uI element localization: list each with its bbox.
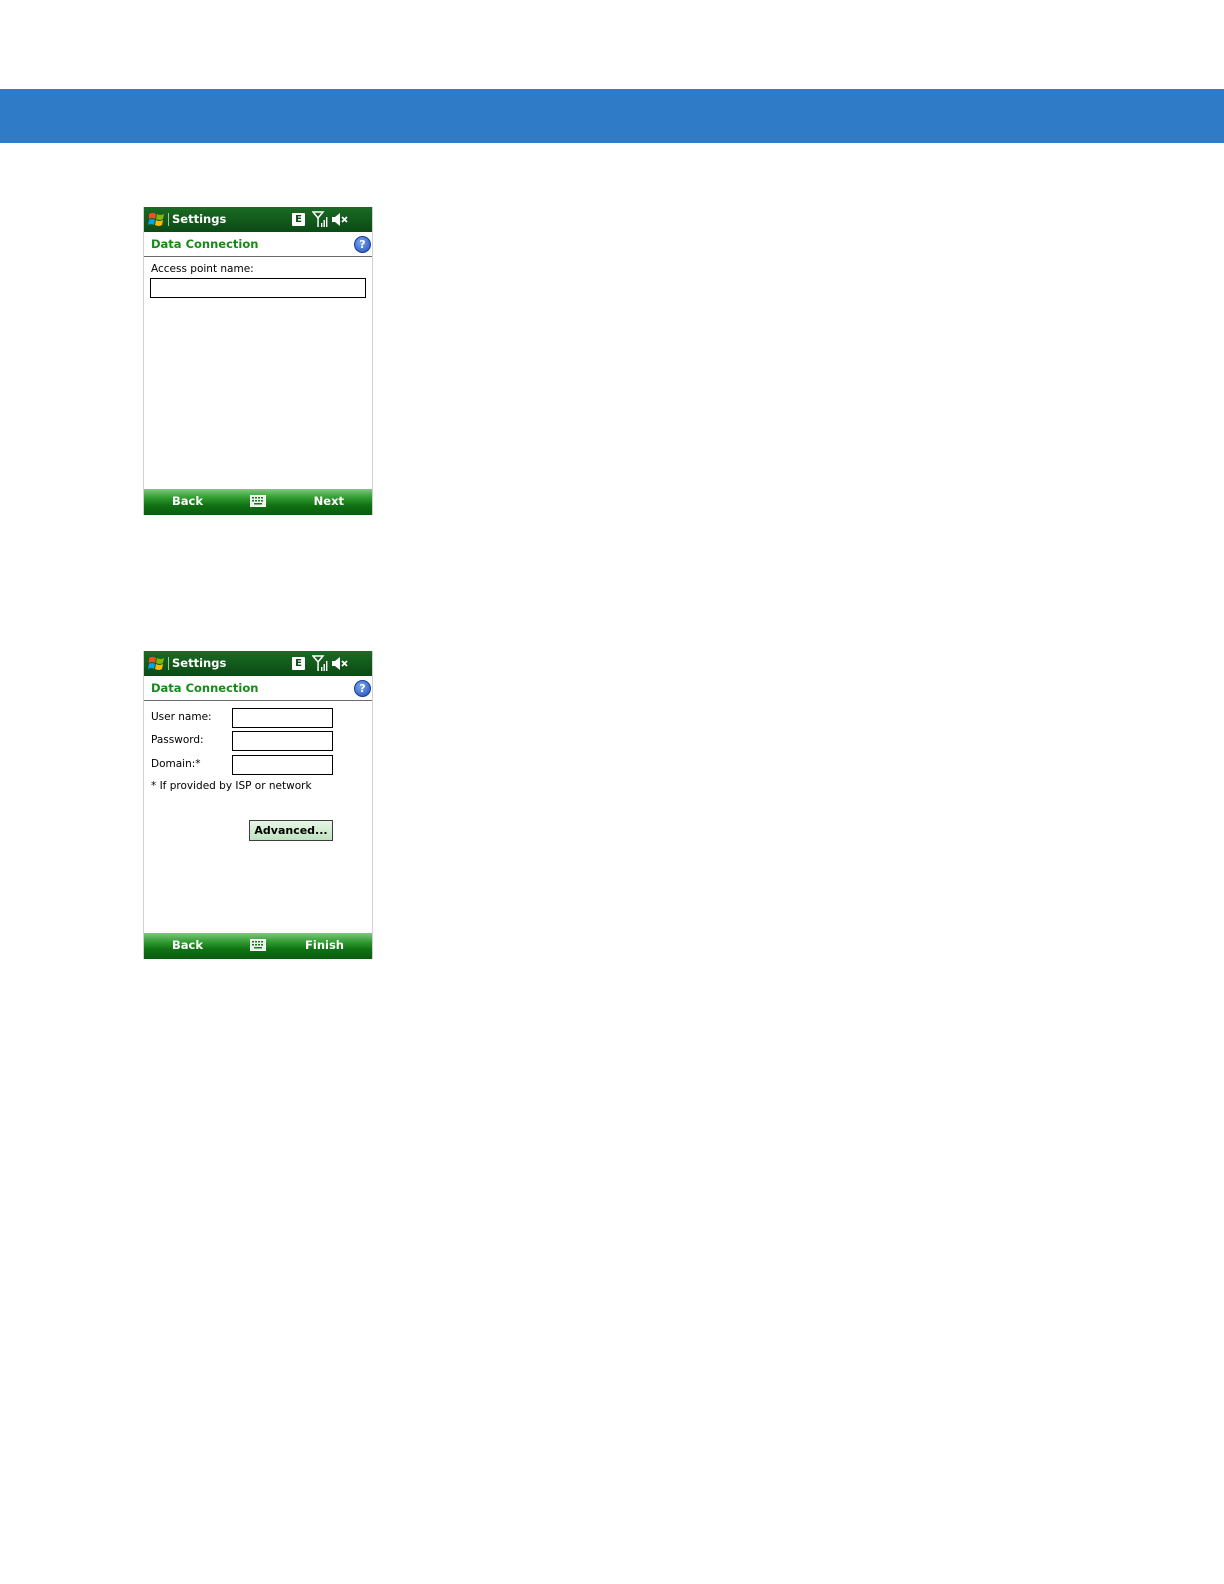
keyboard-icon[interactable]	[250, 495, 266, 507]
back-softkey[interactable]: Back	[172, 938, 203, 953]
access-point-label: Access point name:	[151, 263, 254, 275]
signal-icon[interactable]	[312, 655, 328, 672]
subheader: Data Connection ?	[144, 676, 372, 701]
finish-softkey[interactable]: Finish	[305, 938, 344, 953]
subheader-title: Data Connection	[151, 681, 259, 695]
signal-icon[interactable]	[312, 211, 328, 228]
window-title: Settings	[172, 656, 227, 670]
windows-start-icon[interactable]	[148, 655, 165, 672]
user-name-label: User name:	[151, 711, 212, 723]
device-screen-access-point: Settings E Data Connection ? Access poin…	[143, 207, 373, 515]
keyboard-icon[interactable]	[250, 939, 266, 951]
edge-network-icon[interactable]: E	[292, 657, 305, 670]
device-screen-credentials: Settings E Data Connection ? User name: …	[143, 651, 373, 959]
help-icon[interactable]: ?	[354, 680, 371, 697]
password-input[interactable]	[232, 731, 333, 751]
isp-note: * If provided by ISP or network	[151, 780, 312, 792]
subheader: Data Connection ?	[144, 232, 372, 257]
edge-network-icon[interactable]: E	[292, 213, 305, 226]
access-point-input[interactable]	[150, 278, 366, 298]
subheader-title: Data Connection	[151, 237, 259, 251]
window-title: Settings	[172, 212, 227, 226]
volume-muted-icon[interactable]	[331, 212, 349, 227]
soft-key-bar: Back Next	[144, 489, 372, 515]
back-softkey[interactable]: Back	[172, 494, 203, 509]
password-label: Password:	[151, 734, 204, 746]
page-header-band	[0, 89, 1224, 143]
title-bar: Settings E	[144, 651, 372, 676]
windows-start-icon[interactable]	[148, 211, 165, 228]
domain-input[interactable]	[232, 755, 333, 775]
title-bar: Settings E	[144, 207, 372, 232]
soft-key-bar: Back Finish	[144, 933, 372, 959]
next-softkey[interactable]: Next	[314, 494, 344, 509]
help-icon[interactable]: ?	[354, 236, 371, 253]
volume-muted-icon[interactable]	[331, 656, 349, 671]
user-name-input[interactable]	[232, 708, 333, 728]
domain-label: Domain:*	[151, 758, 201, 770]
title-separator	[168, 213, 169, 226]
advanced-button[interactable]: Advanced...	[249, 820, 333, 841]
title-separator	[168, 657, 169, 670]
